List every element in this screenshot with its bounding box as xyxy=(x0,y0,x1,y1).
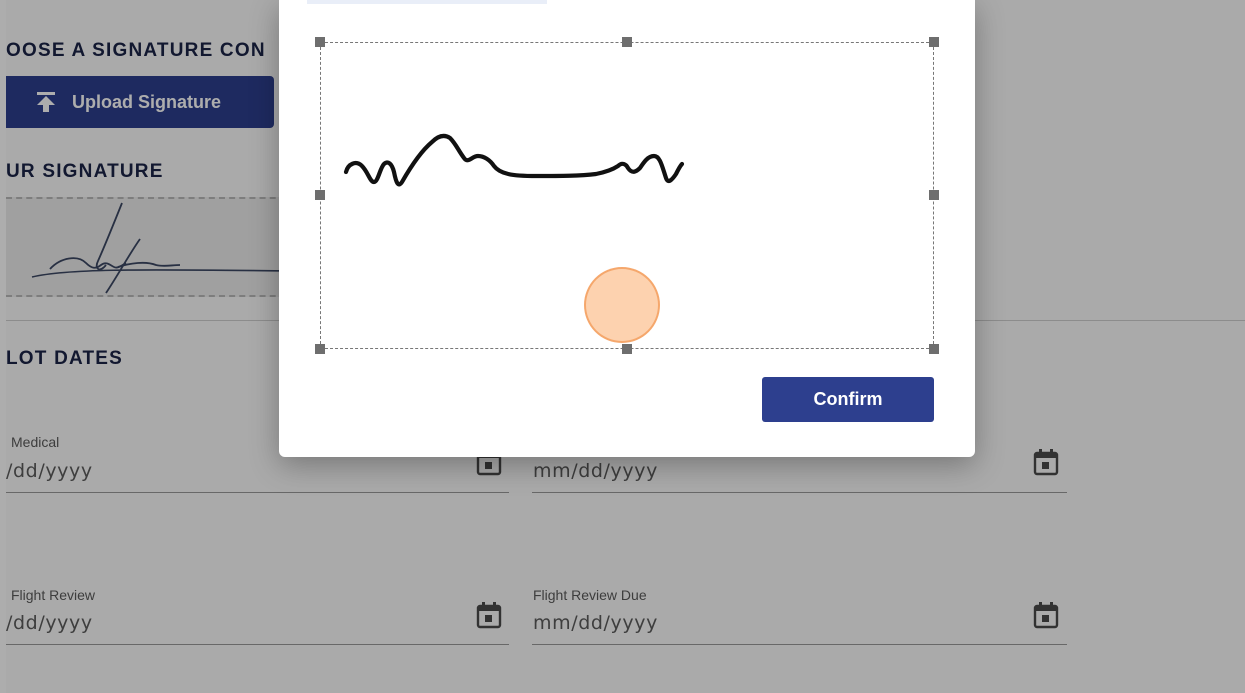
resize-handle-top-left[interactable] xyxy=(315,37,325,47)
resize-handle-bottom[interactable] xyxy=(622,344,632,354)
dialog-header-strip xyxy=(307,0,547,4)
resize-handle-bottom-left[interactable] xyxy=(315,344,325,354)
click-indicator xyxy=(584,267,660,343)
resize-handle-left[interactable] xyxy=(315,190,325,200)
resize-handle-top[interactable] xyxy=(622,37,632,47)
draw-signature-dialog: Confirm xyxy=(279,0,975,457)
confirm-button[interactable]: Confirm xyxy=(762,377,934,422)
resize-handle-bottom-right[interactable] xyxy=(929,344,939,354)
resize-handle-right[interactable] xyxy=(929,190,939,200)
resize-handle-top-right[interactable] xyxy=(929,37,939,47)
